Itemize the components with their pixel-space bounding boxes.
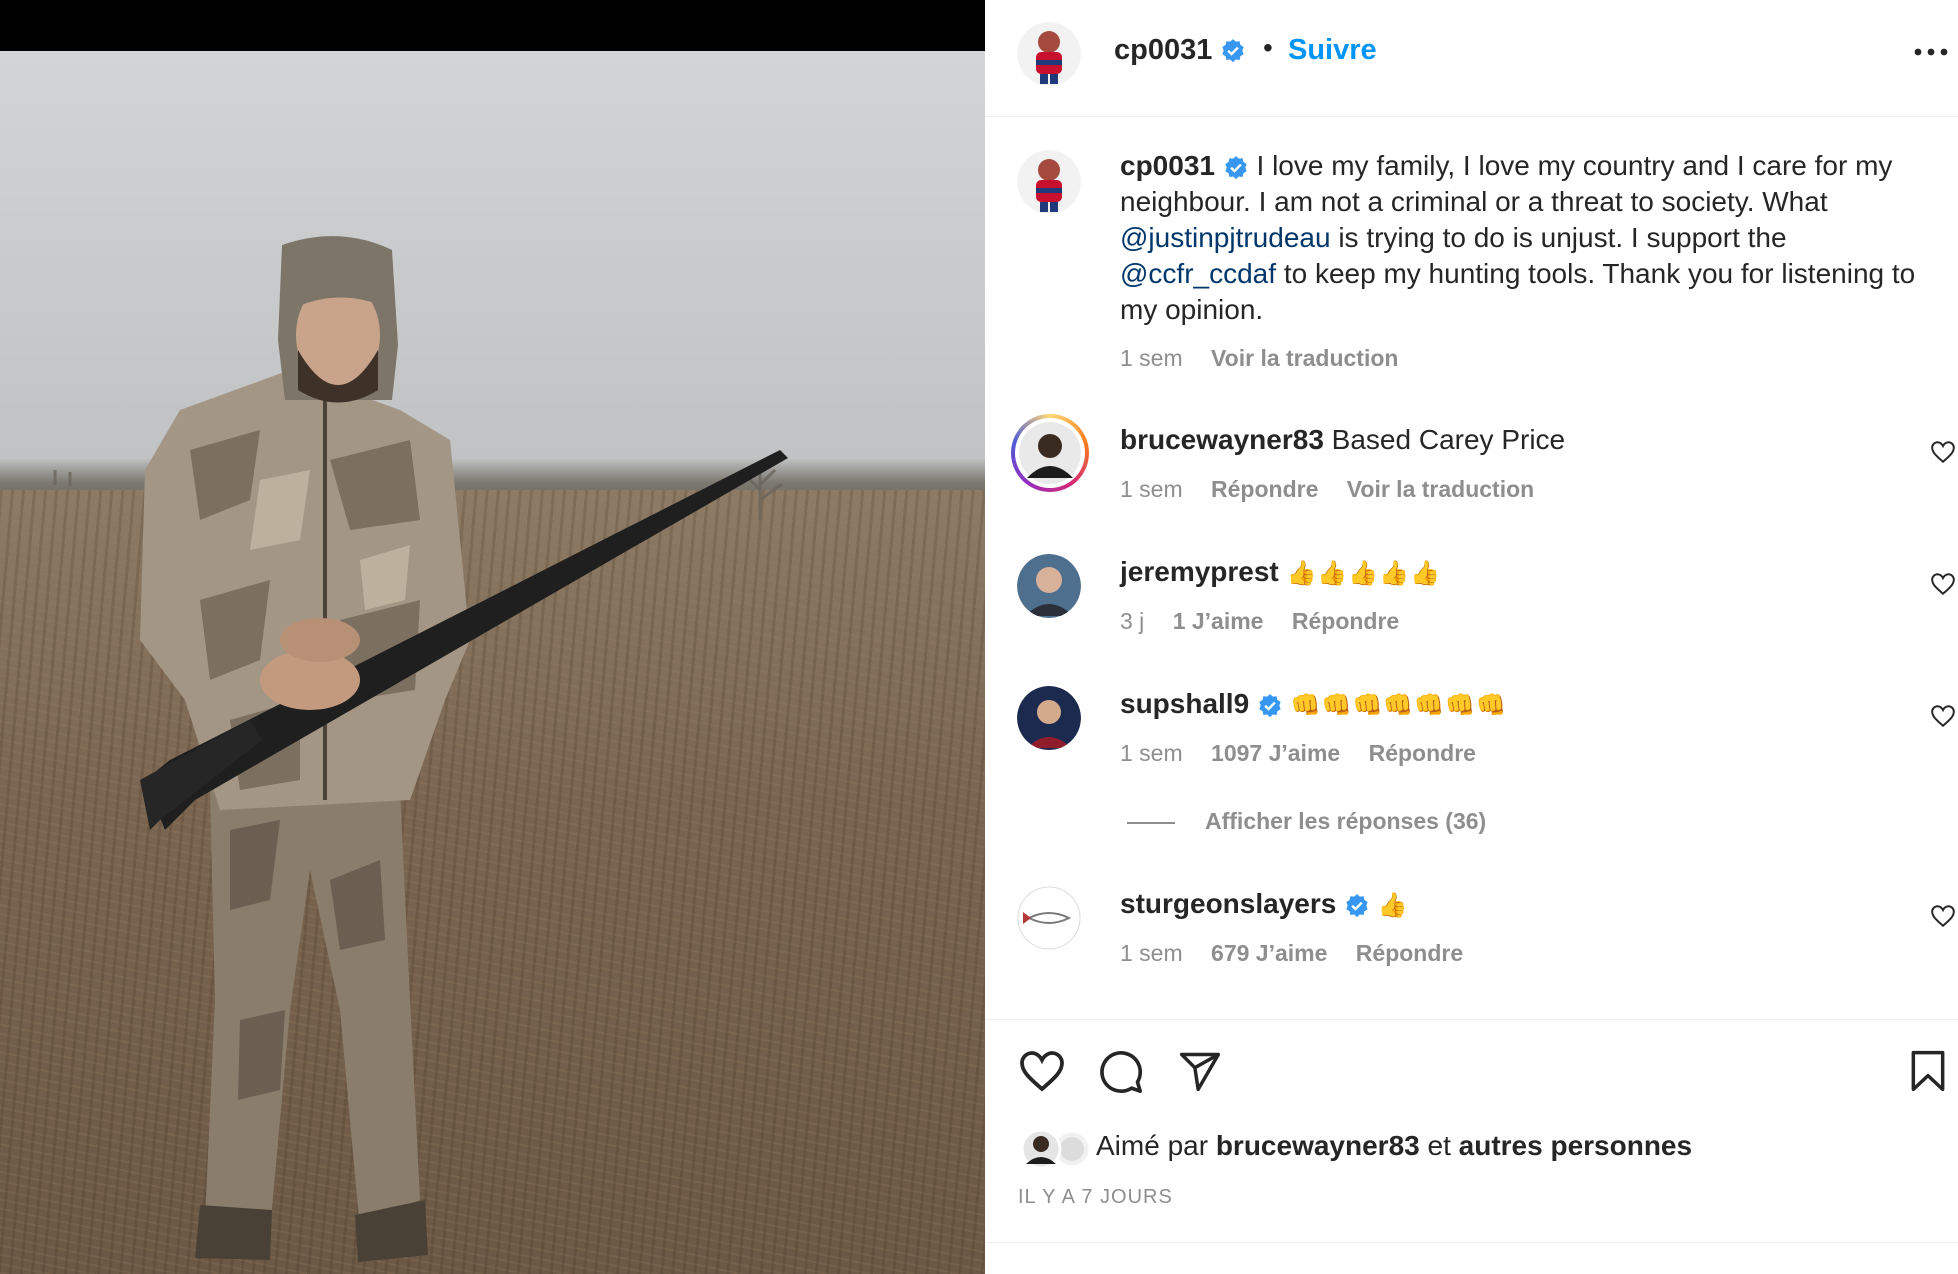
comment-time[interactable]: 1 sem bbox=[1120, 740, 1183, 766]
comment-username[interactable]: brucewayner83 bbox=[1120, 424, 1324, 455]
comment-time[interactable]: 3 j bbox=[1120, 608, 1144, 634]
comment-username[interactable]: supshall9 bbox=[1120, 688, 1249, 719]
comment-username[interactable]: sturgeonslayers bbox=[1120, 888, 1336, 919]
share-icon[interactable] bbox=[1178, 1049, 1222, 1093]
reply-button[interactable]: Répondre bbox=[1292, 608, 1399, 634]
verified-badge-icon bbox=[1222, 39, 1245, 63]
comment-like-heart-icon[interactable] bbox=[1930, 440, 1956, 464]
comment-icon[interactable] bbox=[1098, 1049, 1144, 1095]
caption-time[interactable]: 1 sem bbox=[1120, 345, 1183, 371]
liked-by-avatars[interactable] bbox=[1020, 1128, 1100, 1170]
verified-badge-icon bbox=[1259, 693, 1281, 717]
author-avatar[interactable] bbox=[1017, 22, 1081, 86]
caption-mention-trudeau[interactable]: @justinpjtrudeau bbox=[1120, 222, 1331, 253]
follow-button[interactable]: Suivre bbox=[1288, 34, 1377, 67]
header-divider bbox=[985, 116, 1958, 117]
comment-avatar-jeremyprest[interactable] bbox=[1017, 554, 1081, 618]
comment-username[interactable]: jeremyprest bbox=[1120, 556, 1279, 587]
translate-button[interactable]: Voir la traduction bbox=[1347, 476, 1534, 502]
comment-brucewayner83: brucewayner83 Based Carey Price bbox=[1120, 422, 1565, 458]
liked-by-prefix: Aimé par bbox=[1096, 1130, 1209, 1161]
comment-text: Based Carey Price bbox=[1331, 424, 1566, 455]
reply-button[interactable]: Répondre bbox=[1211, 476, 1318, 502]
comment-emoji: 👍👍👍👍👍 bbox=[1286, 560, 1441, 587]
comment-like-heart-icon[interactable] bbox=[1930, 904, 1956, 928]
footer-divider bbox=[985, 1242, 1958, 1243]
caption-username[interactable]: cp0031 bbox=[1120, 150, 1215, 181]
post-caption: cp0031 I love my family, I love my count… bbox=[1120, 148, 1935, 328]
header-separator: • bbox=[1263, 32, 1273, 63]
comment-avatar-sturgeonslayers[interactable] bbox=[1017, 886, 1081, 950]
author-username[interactable]: cp0031 bbox=[1114, 34, 1246, 67]
caption-text-2: is trying to do is unjust. I support the bbox=[1338, 222, 1787, 253]
liked-by-connector: et bbox=[1427, 1130, 1451, 1161]
comment-like-heart-icon[interactable] bbox=[1930, 572, 1956, 596]
comment-avatar-brucewayner83[interactable] bbox=[1011, 414, 1089, 492]
comment-likes-count[interactable]: 1 J’aime bbox=[1173, 608, 1264, 634]
hunter-figure bbox=[53, 236, 788, 1262]
post-date[interactable]: IL Y A 7 JOURS bbox=[1018, 1186, 1173, 1209]
actions-divider bbox=[985, 1019, 1958, 1020]
post-photo[interactable] bbox=[0, 0, 985, 1274]
reply-button[interactable]: Répondre bbox=[1369, 740, 1476, 766]
comment-jeremyprest: jeremyprest 👍👍👍👍👍 bbox=[1120, 554, 1441, 592]
caption-meta: 1 sem Voir la traduction bbox=[1120, 345, 1420, 372]
caption-mention-ccfr[interactable]: @ccfr_ccdaf bbox=[1120, 258, 1276, 289]
verified-badge-icon bbox=[1346, 893, 1368, 917]
comment-avatar-supshall9[interactable] bbox=[1017, 686, 1081, 750]
comment-likes-count[interactable]: 679 J’aime bbox=[1211, 940, 1327, 966]
author-username-text[interactable]: cp0031 bbox=[1114, 34, 1212, 66]
caption-avatar[interactable] bbox=[1017, 150, 1081, 214]
replies-line bbox=[1127, 821, 1175, 824]
comment-meta: 1 sem 679 J’aime Répondre bbox=[1120, 940, 1485, 967]
bookmark-icon[interactable] bbox=[1908, 1049, 1948, 1093]
heart-icon[interactable] bbox=[1018, 1049, 1066, 1093]
comment-like-heart-icon[interactable] bbox=[1930, 704, 1956, 728]
comment-meta: 1 sem 1097 J’aime Répondre bbox=[1120, 740, 1498, 767]
view-replies-label[interactable]: Afficher les réponses (36) bbox=[1205, 808, 1486, 834]
liked-by-user[interactable]: brucewayner83 bbox=[1216, 1130, 1420, 1161]
comment-likes-count[interactable]: 1097 J’aime bbox=[1211, 740, 1340, 766]
post-sidebar: cp0031 • Suivre cp0031 I love my family,… bbox=[985, 0, 1958, 1274]
caption-translate-button[interactable]: Voir la traduction bbox=[1211, 345, 1398, 371]
more-options-icon[interactable] bbox=[1914, 44, 1948, 62]
comment-emoji: 👍 bbox=[1377, 892, 1409, 919]
comment-meta: 3 j 1 J’aime Répondre bbox=[1120, 608, 1421, 635]
comment-time[interactable]: 1 sem bbox=[1120, 940, 1183, 966]
reply-button[interactable]: Répondre bbox=[1356, 940, 1463, 966]
liked-by-others[interactable]: autres personnes bbox=[1459, 1130, 1692, 1161]
verified-badge-icon bbox=[1225, 155, 1247, 179]
comment-supshall9: supshall9 👊👊👊👊👊👊👊 bbox=[1120, 686, 1507, 724]
view-replies-button[interactable]: Afficher les réponses (36) bbox=[1127, 808, 1486, 835]
liked-by-text: Aimé par brucewayner83 et autres personn… bbox=[1096, 1130, 1692, 1162]
comment-sturgeonslayers: sturgeonslayers 👍 bbox=[1120, 886, 1409, 924]
comment-emoji: 👊👊👊👊👊👊👊 bbox=[1290, 692, 1507, 719]
comment-time[interactable]: 1 sem bbox=[1120, 476, 1183, 502]
comment-meta: 1 sem Répondre Voir la traduction bbox=[1120, 476, 1556, 503]
